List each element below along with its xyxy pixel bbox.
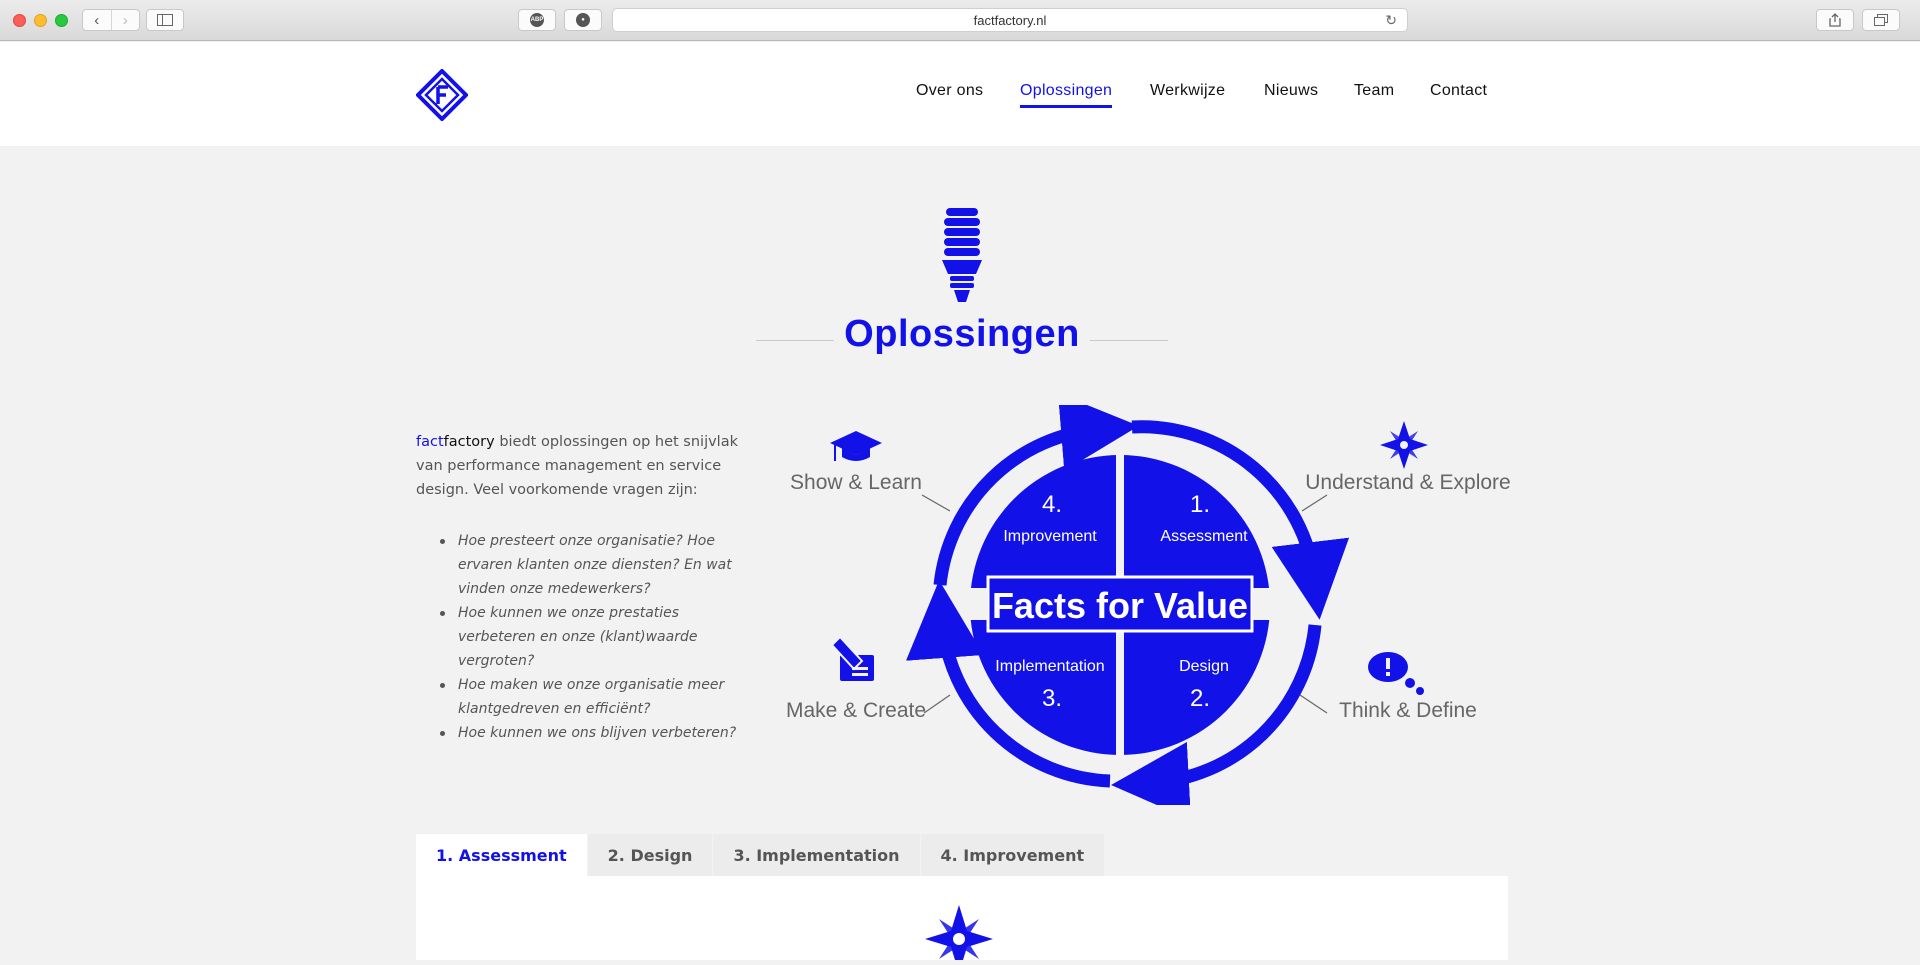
center-box-gap-left xyxy=(968,588,988,620)
brand-fact: fact xyxy=(416,434,444,450)
logo-icon[interactable] xyxy=(415,68,469,122)
tab-implementation[interactable]: 3. Implementation xyxy=(713,834,921,876)
ghostery-extension-icon[interactable]: ● xyxy=(564,9,602,31)
q2-label: Design xyxy=(1179,658,1229,675)
sidebar-toggle-icon[interactable] xyxy=(146,9,184,31)
tab-panel xyxy=(416,876,1508,965)
title-divider-right xyxy=(1090,340,1168,341)
minimize-window-button[interactable] xyxy=(34,14,47,27)
list-item: Hoe presteert onze organisatie? Hoe erva… xyxy=(440,529,760,601)
q4-label: Improvement xyxy=(1003,528,1097,545)
solution-tabs: 1. Assessment 2. Design 3. Implementatio… xyxy=(416,834,1106,876)
graduation-cap-icon xyxy=(830,431,882,461)
share-icon[interactable] xyxy=(1816,9,1854,31)
phase-make-create: Make & Create xyxy=(786,699,926,722)
back-icon[interactable]: ‹ xyxy=(83,10,111,30)
nav-item-contact[interactable]: Contact xyxy=(1430,82,1487,100)
nav-item-nieuws[interactable]: Nieuws xyxy=(1264,82,1318,100)
facts-for-value-diagram: Facts for Value 1. Assessment 2. Design … xyxy=(786,405,1511,805)
tabs-overview-icon[interactable] xyxy=(1862,9,1900,31)
nav-item-over-ons[interactable]: Over ons xyxy=(916,82,983,100)
intro-paragraph: factfactory biedt oplossingen op het sni… xyxy=(416,430,761,502)
phase-understand-explore: Understand & Explore xyxy=(1305,471,1510,494)
nav-item-werkwijze[interactable]: Werkwijze xyxy=(1150,82,1225,100)
compass-icon xyxy=(1380,421,1428,469)
phase-think-define: Think & Define xyxy=(1339,699,1477,722)
connector-top-left xyxy=(921,494,951,512)
zoom-window-button[interactable] xyxy=(55,14,68,27)
lightbulb-icon xyxy=(938,208,986,309)
q1-label: Assessment xyxy=(1160,528,1248,545)
history-nav: ‹ › xyxy=(82,9,140,31)
forward-icon[interactable]: › xyxy=(110,10,140,30)
q2-number: 2. xyxy=(1190,685,1210,712)
list-item: Hoe maken we onze organisatie meer klant… xyxy=(440,673,760,721)
q4-number: 4. xyxy=(1042,491,1062,518)
nav-item-team[interactable]: Team xyxy=(1354,82,1394,100)
address-bar[interactable]: factfactory.nl ↻ xyxy=(612,8,1408,32)
tab-assessment[interactable]: 1. Assessment xyxy=(416,834,588,876)
connector-bottom-right xyxy=(1299,694,1328,714)
q3-label: Implementation xyxy=(995,658,1104,675)
thought-bubble-icon xyxy=(1368,652,1424,695)
q3-number: 3. xyxy=(1042,685,1062,712)
list-item: Hoe kunnen we ons blijven verbeteren? xyxy=(440,721,760,745)
list-item: Hoe kunnen we onze prestaties verbeteren… xyxy=(440,601,760,673)
page-title: Oplossingen xyxy=(844,313,1080,355)
section-heading: Oplossingen xyxy=(756,313,1168,363)
pencil-paper-icon xyxy=(830,635,874,681)
questions-list: Hoe presteert onze organisatie? Hoe erva… xyxy=(440,529,760,745)
browser-toolbar: ‹ › ABP ● factfactory.nl ↻ xyxy=(0,0,1920,41)
connector-top-right xyxy=(1301,494,1328,512)
brand-factory: factory xyxy=(443,434,495,450)
tab-improvement[interactable]: 4. Improvement xyxy=(920,834,1106,876)
compass-icon xyxy=(924,904,994,965)
site-header: Over ons Oplossingen Werkwijze Nieuws Te… xyxy=(0,42,1920,146)
nav-item-oplossingen[interactable]: Oplossingen xyxy=(1020,82,1113,108)
tab-design[interactable]: 2. Design xyxy=(587,834,714,876)
center-box-gap-right xyxy=(1252,588,1272,620)
reload-icon[interactable]: ↻ xyxy=(1385,12,1397,29)
phase-show-learn: Show & Learn xyxy=(790,471,922,494)
center-title: Facts for Value xyxy=(992,585,1248,626)
url-text: factfactory.nl xyxy=(973,12,1047,28)
q1-number: 1. xyxy=(1190,491,1210,518)
connector-bottom-left xyxy=(923,694,951,714)
adblock-extension-icon[interactable]: ABP xyxy=(518,9,556,31)
close-window-button[interactable] xyxy=(13,14,26,27)
